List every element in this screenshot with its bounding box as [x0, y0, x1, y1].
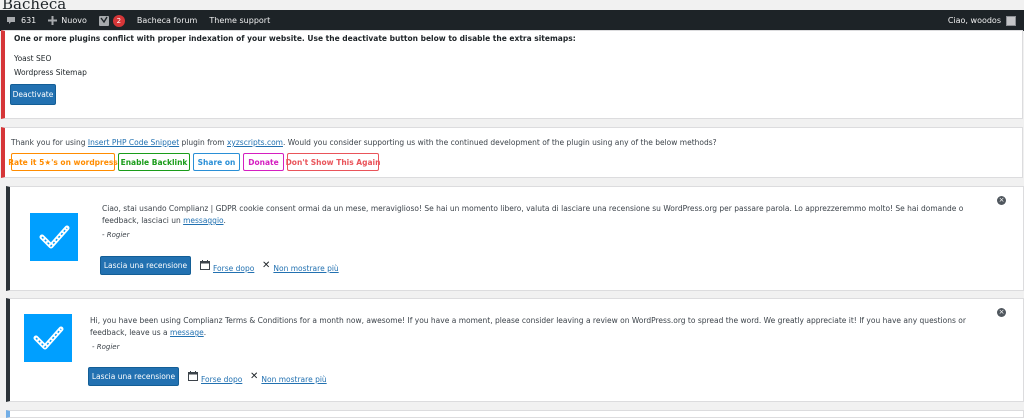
xyz-text-after: . Would you consider supporting us with … [283, 138, 717, 147]
next-notice [6, 410, 1024, 418]
terms-later-label: Forse dopo [201, 375, 243, 384]
gdpr-later-link[interactable]: Forse dopo [200, 258, 254, 273]
calendar-icon [188, 370, 198, 383]
share-on-button[interactable]: Share on [193, 153, 240, 171]
complianz-logo-icon [24, 314, 72, 362]
gdpr-review-button[interactable]: Lascia una recensione [100, 256, 191, 275]
calendar-icon [200, 259, 210, 272]
terms-dismiss-icon[interactable]: × [997, 308, 1006, 317]
avatar [1006, 15, 1016, 26]
gdpr-never-link[interactable]: ✕ Non mostrare più [262, 258, 339, 273]
close-icon: ✕ [250, 371, 259, 382]
gdpr-review-text: Ciao, stai usando Complianz | GDPR cooki… [102, 203, 982, 227]
admin-bar: 631 Nuovo 2 Bacheca forum Theme support … [0, 10, 1024, 31]
forum-label: Bacheca forum [136, 16, 198, 25]
gdpr-message-link[interactable]: messaggio [183, 216, 223, 225]
terms-never-link[interactable]: ✕ Non mostrare più [250, 369, 327, 384]
theme-support-menu[interactable]: Theme support [203, 10, 276, 31]
close-icon: ✕ [262, 260, 271, 271]
terms-never-label: Non mostrare più [261, 375, 327, 384]
comments-menu[interactable]: 631 [0, 10, 42, 31]
gdpr-signature: - Rogier [102, 231, 130, 239]
sitemap-conflict-notice: One or more plugins conflict with proper… [1, 30, 1023, 119]
terms-review-text: Hi, you have been using Complianz Terms … [90, 315, 970, 339]
xyz-text-middle: plugin from [179, 138, 227, 147]
terms-review-body: Hi, you have been using Complianz Terms … [90, 316, 966, 337]
account-menu[interactable]: Ciao, woodos [947, 15, 1024, 26]
xyzscripts-link[interactable]: xyzscripts.com [227, 138, 283, 147]
plugin-link[interactable]: Insert PHP Code Snippet [88, 138, 179, 147]
terms-review-button[interactable]: Lascia una recensione [88, 367, 179, 386]
new-content-menu[interactable]: Nuovo [42, 10, 93, 31]
deactivate-button[interactable]: Deactivate [10, 84, 56, 105]
rate-button[interactable]: Rate it 5★'s on wordpress [8, 153, 118, 171]
comments-count: 631 [21, 16, 37, 25]
gdpr-later-label: Forse dopo [213, 264, 255, 273]
complianz-terms-review-notice: Hi, you have been using Complianz Terms … [6, 298, 1024, 402]
terms-message-link[interactable]: message [170, 328, 204, 337]
gdpr-dismiss-icon[interactable]: × [997, 196, 1006, 205]
terms-later-link[interactable]: Forse dopo [188, 369, 242, 384]
greeting: Ciao, woodos [947, 16, 1001, 25]
theme-support-label: Theme support [209, 16, 271, 25]
donate-button[interactable]: Donate [243, 153, 284, 171]
complianz-gdpr-review-notice: Ciao, stai usando Complianz | GDPR cooki… [6, 186, 1024, 291]
conflict-message: One or more plugins conflict with proper… [14, 34, 576, 43]
xyz-support-notice: Thank you for using Insert PHP Code Snip… [1, 127, 1023, 178]
new-label: Nuovo [61, 16, 87, 25]
terms-signature: - Rogier [92, 343, 120, 351]
complianz-logo-icon [30, 213, 78, 261]
yoast-notification-badge: 2 [112, 14, 125, 27]
plus-icon [48, 16, 58, 25]
xyz-message: Thank you for using Insert PHP Code Snip… [11, 138, 717, 147]
comment-icon [6, 16, 16, 25]
enable-backlink-button[interactable]: Enable Backlink [118, 153, 190, 171]
conflict-plugin-yoast: Yoast SEO [14, 54, 52, 63]
terms-review-end: . [203, 328, 207, 337]
gdpr-review-body: Ciao, stai usando Complianz | GDPR cooki… [102, 204, 964, 225]
forum-menu[interactable]: Bacheca forum [131, 10, 204, 31]
conflict-plugin-wp-sitemap: Wordpress Sitemap [14, 68, 87, 77]
dont-show-again-button[interactable]: Don't Show This Again [286, 153, 380, 171]
yoast-menu[interactable]: 2 [93, 10, 131, 31]
gdpr-never-label: Non mostrare più [273, 264, 339, 273]
gdpr-review-end: . [223, 216, 226, 225]
yoast-icon [98, 15, 109, 26]
xyz-text-before: Thank you for using [11, 138, 88, 147]
